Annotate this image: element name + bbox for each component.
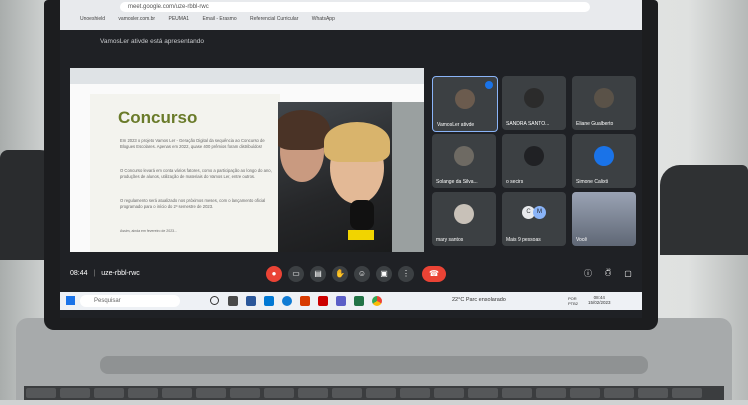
captions-button[interactable]: ▤ xyxy=(310,266,326,282)
slide-bullet: O regulamento será atualizado nos próxim… xyxy=(120,198,266,209)
participant-name: mary santos xyxy=(436,237,464,243)
chat-icon[interactable]: ▢ xyxy=(620,266,636,282)
bookmark[interactable]: WhatsApp xyxy=(312,16,335,22)
windows-start-icon[interactable] xyxy=(66,296,75,305)
laptop-screen: meet.google.com/uze-rbbl-rwc Unoeshield … xyxy=(60,0,642,318)
bookmark[interactable]: Unoeshield xyxy=(80,16,105,22)
chrome-icon[interactable] xyxy=(372,296,382,306)
participant-tile[interactable]: Solange da Silva... xyxy=(432,134,496,188)
meeting-info: 08:44 | uze-rbbl-rwc xyxy=(70,270,140,277)
participant-tile[interactable]: Eliane Gualberto xyxy=(572,76,636,130)
chair-right xyxy=(660,165,748,255)
people-icon[interactable]: 19 ⚇ xyxy=(600,266,616,282)
keyboard xyxy=(24,386,724,400)
clock-date: 15/02/2023 xyxy=(588,300,611,305)
mail-icon[interactable] xyxy=(264,296,274,306)
excel-icon[interactable] xyxy=(354,296,364,306)
meeting-time: 08:44 xyxy=(70,270,88,277)
participant-name: Eliane Gualberto xyxy=(576,121,614,127)
weather-widget[interactable]: 22°C Parc ensolarado xyxy=(452,297,506,303)
self-tile[interactable]: Você xyxy=(572,192,636,246)
participant-avatar xyxy=(594,146,614,166)
slide-title: Concurso xyxy=(118,108,198,127)
taskbar-clock[interactable]: 08:44 15/02/2023 xyxy=(588,295,611,305)
participant-tile[interactable]: mary santos xyxy=(432,192,496,246)
participant-video xyxy=(454,146,474,166)
mic-off-button[interactable]: ● xyxy=(266,266,282,282)
slide-side-strip xyxy=(392,102,424,252)
browser-chrome: meet.google.com/uze-rbbl-rwc Unoeshield … xyxy=(60,0,642,30)
bookmark[interactable]: PEUMA1 xyxy=(169,16,190,22)
task-icon[interactable] xyxy=(228,296,238,306)
participant-name: Simone Calixti xyxy=(576,179,608,185)
participant-count: 19 xyxy=(606,267,611,272)
participant-tile[interactable]: o secirs xyxy=(502,134,566,188)
address-bar[interactable]: meet.google.com/uze-rbbl-rwc xyxy=(120,2,590,12)
raise-hand-button[interactable]: ✋ xyxy=(332,266,348,282)
participant-name: VamosLer ativde xyxy=(437,122,475,128)
emoji-button[interactable]: ☺ xyxy=(354,266,370,282)
participant-name: Você xyxy=(576,237,588,243)
present-button[interactable]: ▣ xyxy=(376,266,392,282)
slide-bullet: Em 2023 o projeto Vamos Ler - Geração Di… xyxy=(120,138,265,149)
participant-tile[interactable]: C M Mais 9 pessoas xyxy=(502,192,566,246)
powerpoint-icon[interactable] xyxy=(300,296,310,306)
participant-tile[interactable]: Simone Calixti xyxy=(572,134,636,188)
bookmarks-bar: Unoeshield vamosler.com.br PEUMA1 Email … xyxy=(80,16,640,26)
child-hair-right xyxy=(324,122,390,162)
bookmark[interactable]: Email - Erasmo xyxy=(202,16,236,22)
meeting-code: uze-rbbl-rwc xyxy=(101,270,140,277)
bookmark[interactable]: Referencial Curricular xyxy=(250,16,298,22)
teams-icon[interactable] xyxy=(336,296,346,306)
participant-name: o secirs xyxy=(506,179,524,185)
participant-video xyxy=(524,146,544,166)
participant-initial: M xyxy=(533,206,546,219)
participant-name: Solange da Silva... xyxy=(436,179,478,185)
windows-taskbar: Pesquisar 22°C Parc ensolarado 08:44 15/… xyxy=(60,292,642,310)
laptop-hinge xyxy=(100,356,648,374)
slide-toolbar xyxy=(70,68,424,84)
task-view-icon[interactable] xyxy=(210,296,219,305)
taskbar-search[interactable]: Pesquisar xyxy=(80,295,180,307)
others-count-label: Mais 9 pessoas xyxy=(506,237,541,243)
pdf-icon[interactable] xyxy=(318,296,328,306)
participant-name: SANDRA SANTO... xyxy=(506,121,550,127)
presenting-banner: VamosLer ativde está apresentando xyxy=(100,38,204,45)
bookmark[interactable]: vamosler.com.br xyxy=(118,16,155,22)
hang-up-button[interactable]: ☎ xyxy=(422,266,446,282)
language-indicator[interactable]: POR PTB2 xyxy=(568,296,584,306)
edge-icon[interactable] xyxy=(282,296,292,306)
child-hair-left xyxy=(278,110,330,150)
participant-video xyxy=(455,89,475,109)
word-icon[interactable] xyxy=(246,296,256,306)
camera-button[interactable]: ▭ xyxy=(288,266,304,282)
more-options-icon[interactable] xyxy=(485,81,493,89)
microphone-flag xyxy=(348,230,374,240)
microphone xyxy=(350,200,374,230)
shared-slide: Concurso Em 2023 o projeto Vamos Ler - G… xyxy=(70,68,424,252)
slide-photo-children xyxy=(278,102,392,252)
slide-bullet: O Concurso levará em conta vários fatore… xyxy=(120,168,272,179)
participant-video xyxy=(524,88,544,108)
participant-video xyxy=(454,204,474,224)
more-options-button[interactable]: ⋮ xyxy=(398,266,414,282)
info-icon[interactable]: ⓘ xyxy=(580,266,596,282)
participant-video xyxy=(594,88,614,108)
slide-bullet: Assim, ainda em fevereiro de 2023... xyxy=(120,229,178,233)
participant-tile[interactable]: VamosLer ativde xyxy=(432,76,498,132)
participant-tile[interactable]: SANDRA SANTO... xyxy=(502,76,566,130)
